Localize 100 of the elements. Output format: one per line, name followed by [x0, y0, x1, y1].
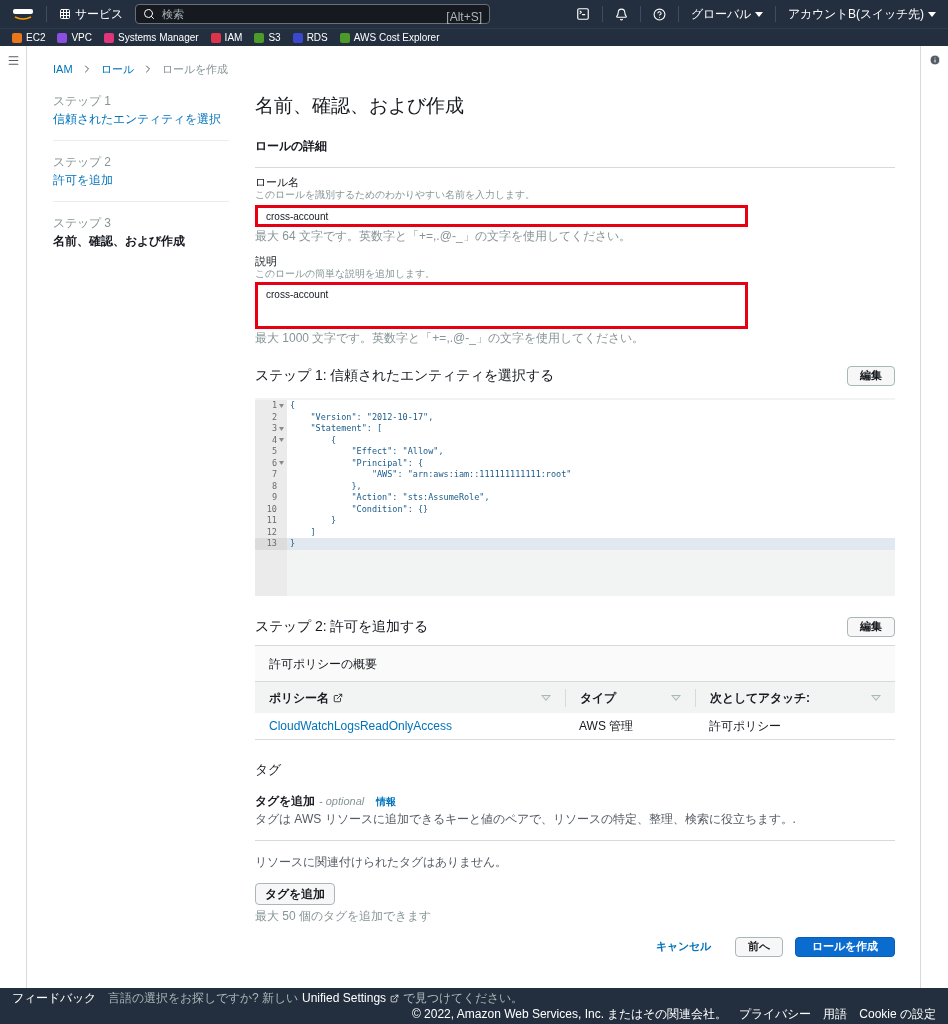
step-number: ステップ 3: [53, 215, 112, 232]
sort-icon[interactable]: [871, 694, 881, 701]
favorite-link[interactable]: IAM: [210, 30, 243, 45]
tags-description: タグは AWS リソースに追加できるキーと値のペアで、リソースの特定、整理、検索に役立ちます。.: [255, 809, 895, 841]
sort-icon[interactable]: [541, 694, 551, 701]
language-notice: で見つけてください。: [403, 990, 524, 1006]
section-title: ステップ 1: 信頼されたエンティティを選択する: [255, 366, 555, 385]
settings-link[interactable]: Unified Settings: [302, 990, 387, 1006]
terminal-icon[interactable]: [576, 7, 590, 21]
line-number: 3: [271, 423, 277, 435]
language-notice: 言語の選択をお探しですか? 新しい: [108, 990, 298, 1006]
code-line: }: [290, 538, 296, 548]
breadcrumb-link[interactable]: IAM: [53, 60, 73, 78]
page-title: 名前、確認、および作成: [255, 94, 465, 118]
previous-button[interactable]: 前へ: [735, 936, 783, 957]
code-line: ]: [309, 526, 316, 537]
line-number: 11: [266, 515, 277, 527]
line-number: 6: [271, 457, 277, 469]
code-line: "Version": "2012-10-17",: [309, 411, 434, 422]
fold-icon[interactable]: [279, 403, 284, 408]
code-line: "Principal": {: [350, 457, 424, 468]
code-line: "Action": "sts:AssumeRole",: [350, 492, 490, 502]
step-number: ステップ 2: [53, 154, 112, 171]
external-link-icon: [333, 692, 343, 703]
fold-icon[interactable]: [279, 461, 284, 466]
footer-link[interactable]: Cookie の設定: [859, 1006, 936, 1022]
add-tag-button[interactable]: タグを追加: [255, 882, 335, 905]
info-link[interactable]: 情報: [376, 793, 397, 809]
line-number: 7: [271, 469, 277, 481]
fold-icon[interactable]: [279, 426, 284, 431]
favorite-link[interactable]: VPC: [57, 30, 92, 45]
section-title: タグ: [255, 761, 282, 779]
tags-limit: 最大 50 個のタグを追加できます: [255, 907, 432, 925]
line-number: 10: [266, 503, 277, 515]
help-icon[interactable]: [653, 7, 666, 21]
code-line: "AWS": "arn:aws:iam::111111111111:root": [370, 469, 572, 479]
line-number: 2: [271, 411, 277, 423]
feedback-link[interactable]: フィードバック: [12, 990, 96, 1006]
field-label: 説明: [255, 255, 278, 268]
grid-icon: [59, 8, 71, 20]
region-menu[interactable]: グローバル: [691, 5, 763, 23]
breadcrumb-link[interactable]: ロール: [100, 60, 134, 78]
description-field[interactable]: cross-account: [255, 282, 748, 329]
bell-icon[interactable]: [615, 7, 628, 21]
code-line: }: [329, 515, 337, 525]
edit-button[interactable]: 編集: [847, 365, 895, 386]
logo-icon[interactable]: [12, 7, 34, 21]
create-role-button[interactable]: ロールを作成: [795, 936, 895, 957]
line-number: 5: [271, 446, 277, 458]
edit-button[interactable]: 編集: [847, 616, 895, 637]
search-icon: [143, 8, 155, 20]
footer-link[interactable]: 用語: [823, 1006, 848, 1022]
code-line: "Effect": "Allow",: [350, 446, 444, 456]
account-menu[interactable]: アカウントB(スイッチ先): [788, 5, 936, 23]
copyright: © 2022, Amazon Web Services, Inc. またはその関連会社。: [411, 1006, 728, 1022]
favorite-link[interactable]: AWS Cost Explorer: [339, 30, 440, 45]
field-label: ロール名: [255, 175, 300, 189]
section-title: ステップ 2: 許可を追加する: [255, 617, 429, 636]
table-title: 許可ポリシーの概要: [269, 655, 377, 673]
favorite-link[interactable]: RDS: [292, 30, 328, 45]
column-header: 次としてアタッチ:: [710, 689, 810, 707]
line-number: 8: [271, 480, 277, 492]
line-number: 4: [271, 434, 277, 446]
tags-heading: タグを追加: [255, 792, 315, 810]
step-link[interactable]: 許可を追加: [53, 171, 229, 189]
line-number: 13: [266, 538, 277, 550]
policy-link[interactable]: CloudWatchLogsReadOnlyAccess: [255, 717, 565, 735]
code-editor[interactable]: 1 2 3 4 5 6 7 8 9 10 11 12 13 { "Version": "2012-10-17", "Statement": [ { "Effect": "Allow", "Principal": { "AWS": "arn:aws:iam::111111111111:root" }, "Action": "sts:AssumeRole", "Condition": {} } ] }: [255, 398, 895, 596]
services-menu[interactable]: サービス: [59, 5, 123, 23]
field-constraint: 最大 64 文字です。英数字と「+=,.@-_」の文字を使用してください。: [255, 229, 632, 243]
code-line: {: [329, 434, 337, 445]
field-hint: このロールの簡単な説明を追加します。: [255, 268, 436, 280]
cancel-button[interactable]: キャンセル: [644, 938, 723, 955]
optional-label: - optional: [319, 793, 365, 809]
code-line: },: [350, 480, 362, 491]
field-constraint: 最大 1000 文字です。英数字と「+=,.@-_」の文字を使用してください。: [255, 331, 645, 345]
code-line: "Statement": [: [309, 423, 383, 433]
favorite-link[interactable]: S3: [254, 30, 281, 45]
code-line: "Condition": {}: [350, 503, 429, 514]
section-title: ロールの詳細: [255, 136, 895, 168]
caret-icon: [928, 11, 936, 17]
shortcut-hint: [Alt+S]: [446, 9, 482, 26]
info-icon[interactable]: [928, 54, 941, 66]
favorite-link[interactable]: EC2: [12, 30, 46, 45]
role-name-field[interactable]: cross-account: [255, 205, 748, 227]
sort-icon[interactable]: [671, 694, 681, 701]
empty-message: リソースに関連付けられたタグはありません。: [255, 853, 508, 871]
caret-icon: [755, 11, 763, 17]
column-header: タイプ: [580, 689, 616, 707]
step-link[interactable]: 名前、確認、および作成: [53, 232, 229, 250]
footer-link[interactable]: プライバシー: [739, 1006, 812, 1022]
line-number: 9: [271, 492, 277, 504]
line-number: 12: [266, 526, 277, 538]
code-line: {: [290, 400, 296, 410]
step-link[interactable]: 信頼されたエンティティを選択: [53, 110, 229, 128]
favorite-link[interactable]: Systems Manager: [104, 30, 199, 45]
menu-icon[interactable]: [6, 54, 20, 67]
fold-icon[interactable]: [279, 438, 284, 443]
table-cell-text: 許可ポリシー: [708, 718, 782, 735]
table-cell-text: AWS 管理: [578, 718, 635, 735]
